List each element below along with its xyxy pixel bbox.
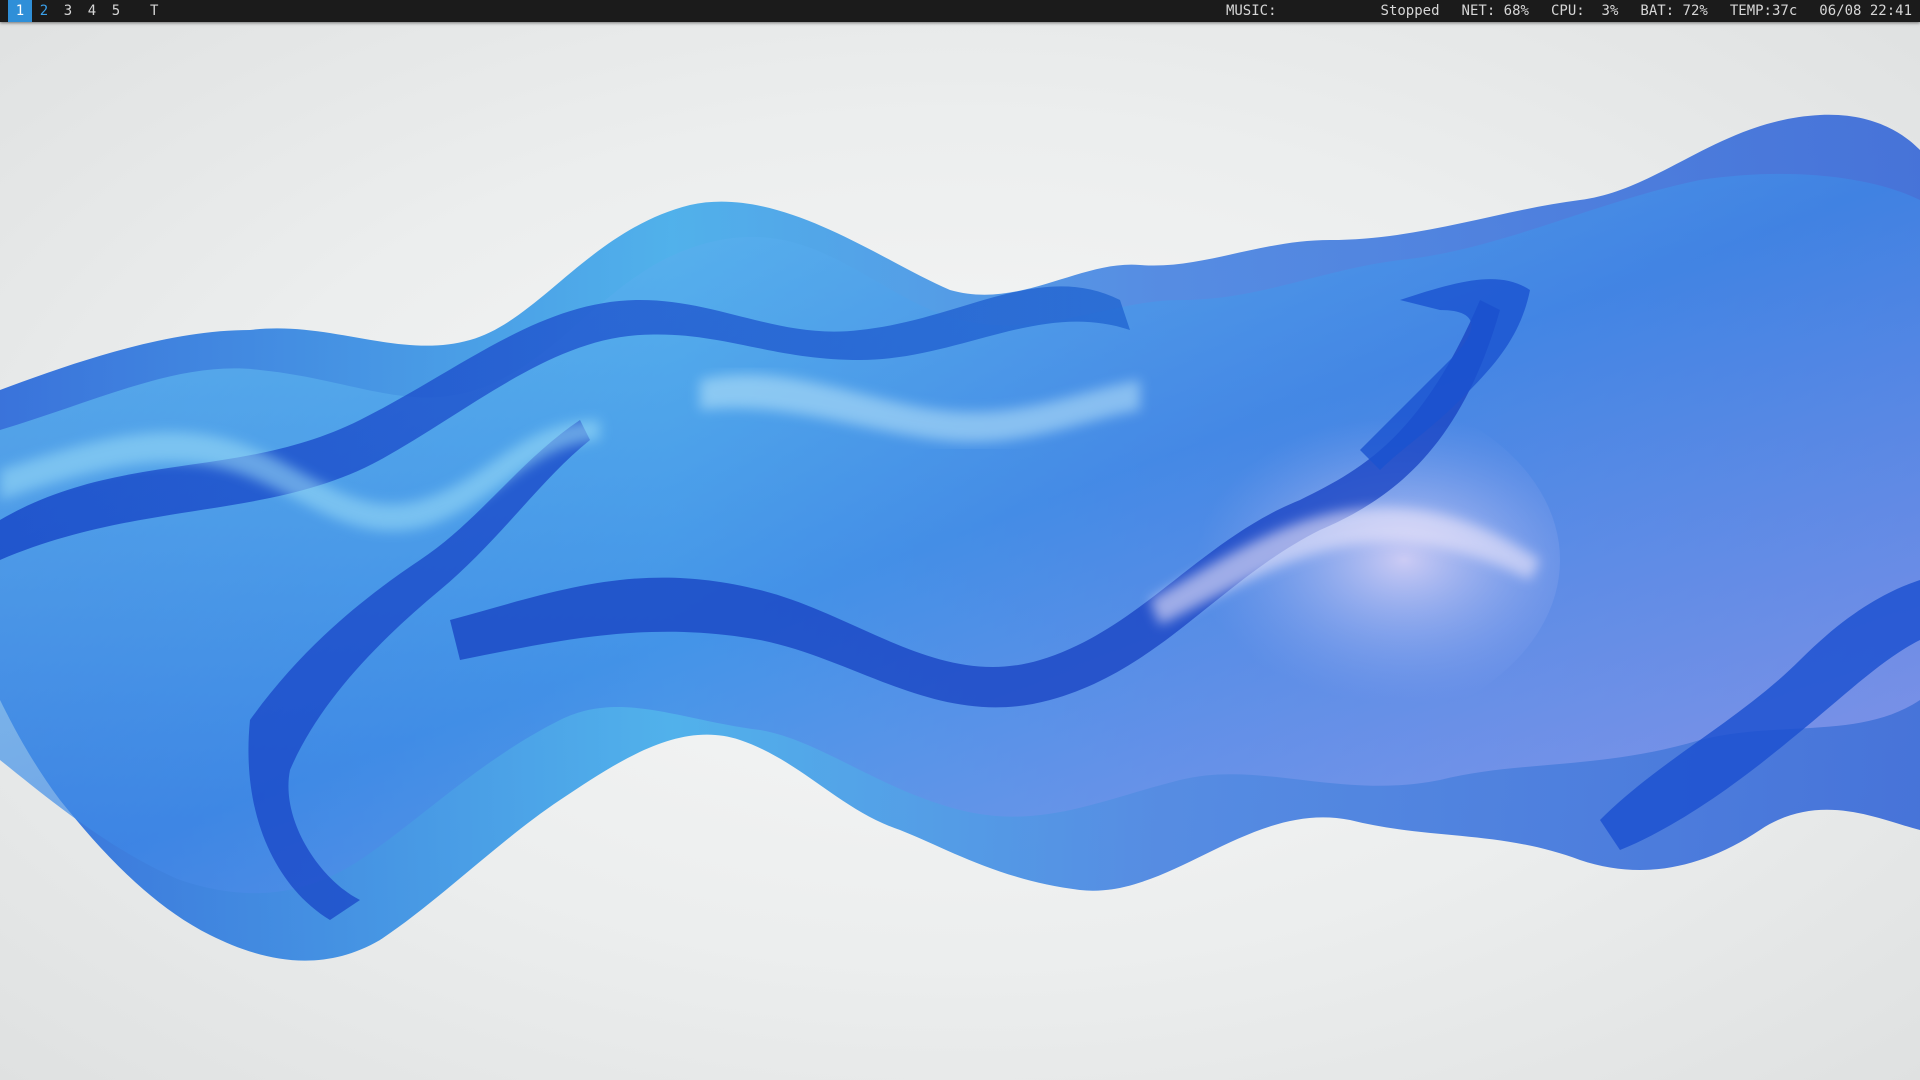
workspace-3-tag[interactable]: 3 <box>56 0 80 22</box>
network-status: NET: 68% <box>1461 3 1529 19</box>
workspace-5-tag[interactable]: 5 <box>104 0 128 22</box>
music-status: Stopped <box>1380 3 1440 19</box>
top-status-bar: 1 2 3 4 5 T MUSIC: Stopped NET: 68% CPU:… <box>0 0 1920 22</box>
cpu-status: CPU: 3% <box>1550 3 1619 19</box>
workspace-4-tag[interactable]: 4 <box>80 0 104 22</box>
clock: 06/08 22:41 <box>1819 3 1912 19</box>
workspace-1-tag[interactable]: 1 <box>8 0 32 22</box>
workspace-2-tag[interactable]: 2 <box>32 0 56 22</box>
music-label: MUSIC: <box>1225 3 1277 19</box>
desktop-wallpaper <box>0 0 1920 1080</box>
status-area: MUSIC: Stopped NET: 68% CPU: 3% BAT: 72%… <box>1226 0 1912 22</box>
temperature-status: TEMP:37c <box>1729 3 1798 19</box>
workspace-switcher: 1 2 3 4 5 <box>8 0 128 22</box>
battery-status: BAT: 72% <box>1640 3 1708 19</box>
blue-silk-wave-icon <box>0 114 1920 961</box>
layout-symbol[interactable]: T <box>150 0 158 22</box>
